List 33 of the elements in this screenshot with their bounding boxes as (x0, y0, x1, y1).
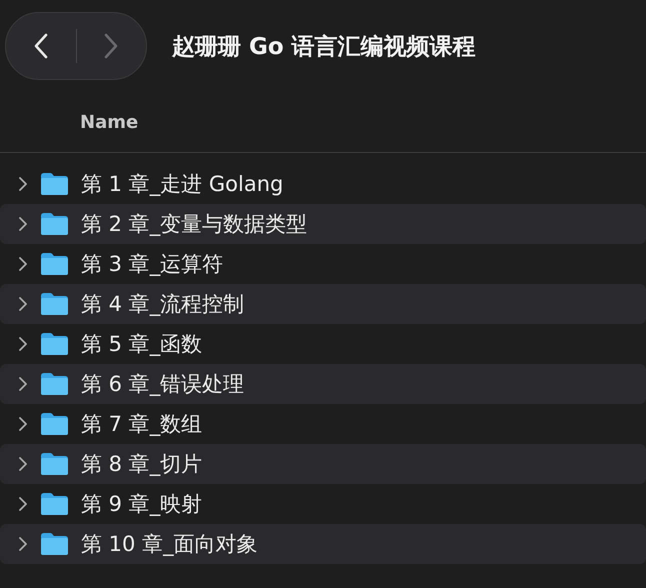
folder-icon (40, 492, 69, 516)
disclosure-chevron-icon[interactable] (17, 297, 29, 311)
folder-name[interactable]: 第 4 章_流程控制 (81, 290, 244, 318)
folder-name[interactable]: 第 6 章_错误处理 (81, 370, 244, 398)
folder-icon (40, 252, 69, 276)
folder-icon (40, 452, 69, 476)
disclosure-chevron-icon[interactable] (17, 417, 29, 431)
folder-name[interactable]: 第 9 章_映射 (81, 490, 202, 518)
chevron-left-icon (34, 33, 48, 59)
disclosure-chevron-icon[interactable] (17, 217, 29, 231)
column-header[interactable]: Name (80, 112, 138, 132)
folder-icon (40, 532, 69, 556)
folder-icon (40, 172, 69, 196)
folder-name[interactable]: 第 5 章_函数 (81, 330, 202, 358)
disclosure-chevron-icon[interactable] (17, 537, 29, 551)
folder-icon (40, 292, 69, 316)
disclosure-chevron-icon[interactable] (17, 457, 29, 471)
window-title: 赵珊珊 Go 语言汇编视频课程 (172, 32, 476, 62)
folder-name[interactable]: 第 10 章_面向对象 (81, 530, 258, 558)
folder-name[interactable]: 第 3 章_运算符 (81, 250, 224, 278)
disclosure-chevron-icon[interactable] (17, 377, 29, 391)
folder-name[interactable]: 第 1 章_走进 Golang (81, 170, 284, 198)
folder-icon (40, 332, 69, 356)
folder-name[interactable]: 第 7 章_数组 (81, 410, 202, 438)
disclosure-chevron-icon[interactable] (17, 257, 29, 271)
disclosure-chevron-icon[interactable] (17, 177, 29, 191)
folder-name[interactable]: 第 8 章_切片 (81, 450, 202, 478)
chevron-right-icon (104, 33, 118, 59)
disclosure-chevron-icon[interactable] (17, 337, 29, 351)
folder-icon (40, 212, 69, 236)
folder-icon (40, 372, 69, 396)
disclosure-chevron-icon[interactable] (17, 497, 29, 511)
folder-icon (40, 412, 69, 436)
